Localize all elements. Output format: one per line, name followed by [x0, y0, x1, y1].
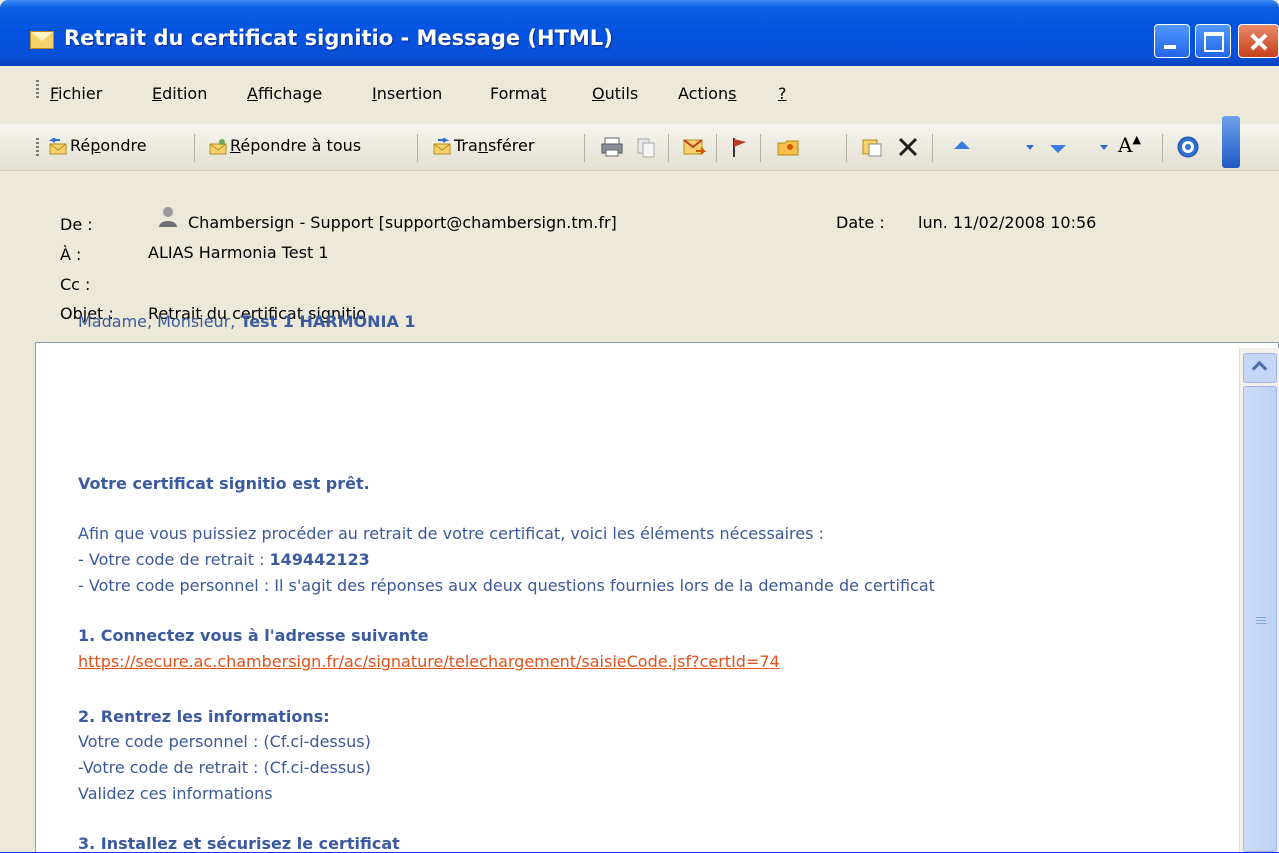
body-code-retrait: - Votre code de retrait : 149442123 [78, 550, 370, 569]
previous-item-icon[interactable] [950, 135, 974, 159]
contact-person-icon [159, 207, 177, 227]
maximize-button[interactable] [1195, 24, 1231, 58]
from-value[interactable]: Chambersign - Support [support@chambersi… [188, 213, 617, 232]
forward-button[interactable]: Transférer [432, 136, 534, 160]
menu-help[interactable]: ? [778, 84, 787, 103]
next-item-icon[interactable] [1046, 135, 1070, 159]
reply-all-icon [209, 138, 227, 154]
copy-icon[interactable] [634, 135, 658, 159]
toolbar-separator [716, 134, 717, 162]
help-icon[interactable] [1176, 135, 1200, 159]
menu-affichage[interactable]: Affichage [247, 84, 322, 103]
menu-outils[interactable]: Outils [592, 84, 638, 103]
to-value[interactable]: ALIAS Harmonia Test 1 [148, 243, 329, 262]
certificate-download-link[interactable]: https://secure.ac.chambersign.fr/ac/sign… [78, 652, 780, 671]
menu-fichier[interactable]: Fichier [50, 84, 102, 103]
close-button[interactable] [1238, 24, 1279, 58]
menu-edition[interactable]: Edition [152, 84, 207, 103]
toolbar-options-chevron[interactable] [1222, 116, 1240, 168]
toolbar-separator [668, 134, 669, 162]
toolbar-separator [584, 134, 585, 162]
font-size-button[interactable]: A▲ [1118, 133, 1141, 157]
reply-button[interactable]: Répondre [48, 136, 147, 160]
toolbar-separator [760, 134, 761, 162]
menu-format[interactable]: Format [490, 84, 546, 103]
body-step2-line1: Votre code personnel : (Cf.ci-dessus) [78, 732, 371, 751]
body-step1-heading: 1. Connectez vous à l'adresse suivante [78, 626, 429, 645]
body-step2-line2: -Votre code de retrait : (Cf.ci-dessus) [78, 758, 371, 777]
menu-bar: Fichier Edition Affichage Insertion Form… [0, 66, 1279, 125]
scroll-thumb[interactable] [1243, 386, 1277, 852]
minimize-button[interactable] [1154, 24, 1190, 58]
menu-actions[interactable]: Actions [678, 84, 736, 103]
contacts-folder-icon[interactable] [776, 135, 800, 159]
from-label: De : [60, 215, 93, 234]
flag-icon[interactable] [728, 135, 752, 159]
to-label: À : [60, 245, 82, 264]
menu-insertion[interactable]: Insertion [372, 84, 442, 103]
dropdown-arrow-icon[interactable] [1092, 135, 1116, 159]
toolbar-separator [194, 134, 195, 162]
body-ready-heading: Votre certificat signitio est prêt. [78, 474, 370, 493]
body-step3-heading: 3. Installez et sécurisez le certificat [78, 834, 400, 853]
reply-icon [48, 137, 67, 154]
toolbar-separator [1162, 134, 1163, 162]
vertical-scrollbar[interactable] [1239, 348, 1279, 852]
body-step2-line3: Validez ces informations [78, 784, 273, 803]
toolbar-grip-handle[interactable] [36, 138, 39, 156]
envelope-icon [30, 31, 54, 49]
menu-grip-handle[interactable] [36, 80, 39, 98]
message-window: Retrait du certificat signitio - Message… [0, 0, 1279, 853]
body-code-personnel: - Votre code personnel : Il s'agit des r… [78, 576, 935, 595]
toolbar-separator [846, 134, 847, 162]
window-title: Retrait du certificat signitio - Message… [64, 26, 613, 50]
forward-icon [433, 137, 451, 154]
print-icon[interactable] [600, 135, 624, 159]
title-bar[interactable]: Retrait du certificat signitio - Message… [0, 0, 1279, 66]
move-to-folder-icon[interactable] [682, 135, 706, 159]
dropdown-arrow-icon[interactable] [1018, 135, 1042, 159]
delete-icon[interactable] [896, 135, 920, 159]
toolbar: Répondre Répondre à tous Transférer A▲ [0, 124, 1279, 171]
date-value: lun. 11/02/2008 10:56 [918, 213, 1097, 232]
reply-all-button[interactable]: Répondre à tous [208, 136, 361, 160]
toolbar-separator [932, 134, 933, 162]
scroll-up-button[interactable] [1243, 353, 1277, 383]
date-label: Date : [836, 213, 885, 232]
body-step2-heading: 2. Rentrez les informations: [78, 707, 330, 726]
cc-label: Cc : [60, 275, 91, 294]
body-greeting: Madame, Monsieur, Test 1 HARMONIA 1 [78, 312, 416, 331]
move-icon[interactable] [860, 135, 884, 159]
toolbar-separator [417, 134, 418, 162]
body-intro: Afin que vous puissiez procéder au retra… [78, 524, 824, 543]
